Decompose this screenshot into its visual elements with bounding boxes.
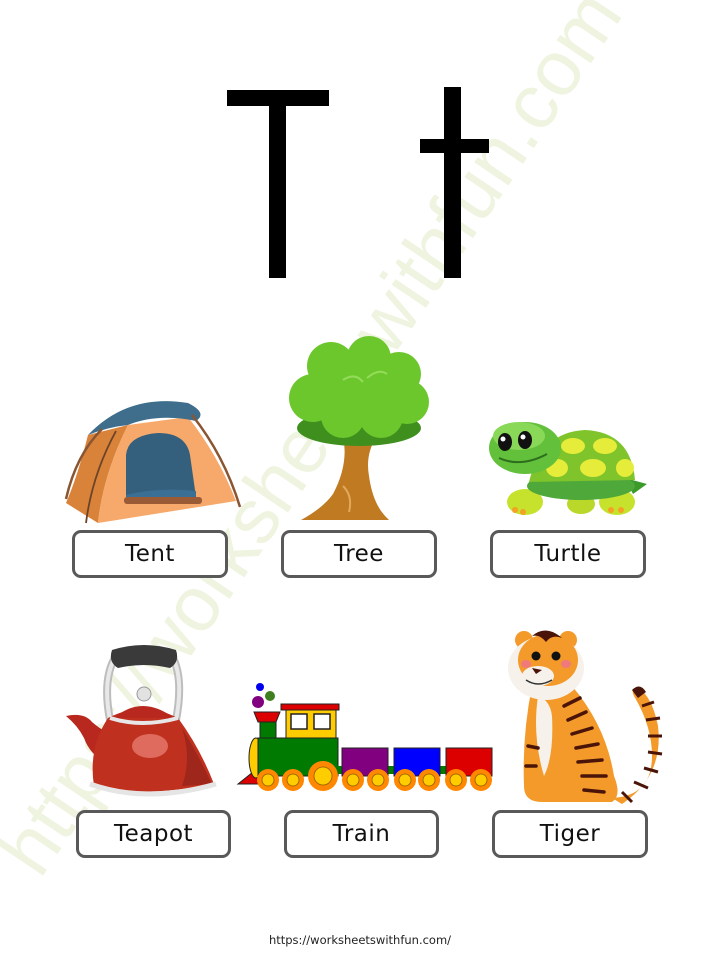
item-label-text: Train	[332, 821, 391, 847]
item-label-tent: Tent	[72, 530, 228, 578]
letter-heading	[227, 87, 489, 278]
tent-icon	[64, 401, 242, 524]
train-icon	[236, 683, 493, 791]
teapot-icon	[66, 645, 217, 797]
item-label-turtle: Turtle	[490, 530, 646, 578]
lowercase-letter-t	[420, 87, 489, 278]
tree-icon	[289, 336, 429, 520]
item-label-text: Teapot	[113, 821, 194, 847]
item-label-text: Turtle	[534, 541, 602, 567]
item-label-text: Tiger	[539, 821, 601, 847]
item-label-tree: Tree	[281, 530, 437, 578]
footer-url[interactable]: https://worksheetswithfun.com/	[0, 933, 720, 947]
item-label-train: Train	[284, 810, 439, 858]
turtle-icon	[489, 422, 647, 515]
item-label-tiger: Tiger	[492, 810, 648, 858]
tiger-icon	[508, 630, 663, 804]
item-label-teapot: Teapot	[76, 810, 231, 858]
worksheet-page: https://worksheetswithfun.com T t	[0, 0, 720, 960]
uppercase-letter-t	[227, 90, 329, 278]
item-label-text: Tent	[125, 541, 175, 567]
item-label-text: Tree	[334, 541, 384, 567]
